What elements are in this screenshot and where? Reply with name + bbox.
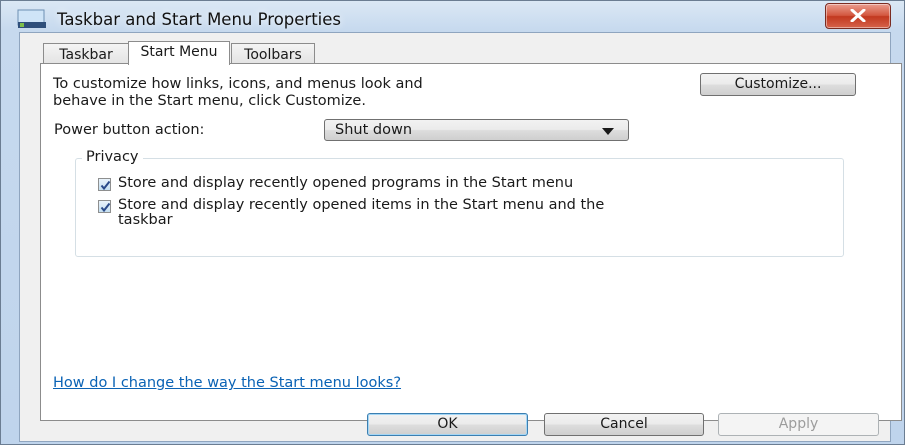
close-icon xyxy=(850,9,866,22)
recent-items-label[interactable]: Store and display recently opened items … xyxy=(118,198,604,228)
close-button[interactable] xyxy=(825,3,891,29)
power-button-label: Power button action: xyxy=(54,122,205,138)
power-button-select[interactable]: Shut down xyxy=(324,119,629,141)
power-button-value: Shut down xyxy=(335,122,413,138)
tab-taskbar[interactable]: Taskbar xyxy=(43,43,129,64)
tab-start-menu[interactable]: Start Menu xyxy=(128,41,230,65)
chevron-down-icon xyxy=(602,128,614,135)
properties-window: Taskbar and Start Menu Properties Taskba… xyxy=(0,0,905,445)
customize-button[interactable]: Customize... xyxy=(700,73,856,96)
intro-line-1: To customize how links, icons, and menus… xyxy=(53,76,423,92)
recent-items-label-line-2: taskbar xyxy=(118,212,173,228)
tab-toolbars[interactable]: Toolbars xyxy=(231,43,315,64)
recent-items-label-line-1: Store and display recently opened items … xyxy=(118,197,605,213)
help-link[interactable]: How do I change the way the Start menu l… xyxy=(53,375,401,391)
intro-text: To customize how links, icons, and menus… xyxy=(53,76,653,110)
cancel-button[interactable]: Cancel xyxy=(544,413,704,436)
recent-programs-checkbox[interactable] xyxy=(98,178,111,191)
checkmark-icon xyxy=(100,202,111,213)
taskbar-icon xyxy=(17,9,46,28)
recent-items-checkbox[interactable] xyxy=(98,200,111,213)
recent-programs-label[interactable]: Store and display recently opened progra… xyxy=(118,176,573,191)
checkmark-icon xyxy=(100,180,111,191)
start-menu-panel: To customize how links, icons, and menus… xyxy=(40,63,902,421)
window-title: Taskbar and Start Menu Properties xyxy=(57,10,341,29)
intro-line-2: behave in the Start menu, click Customiz… xyxy=(53,93,366,109)
ok-button[interactable]: OK xyxy=(367,413,528,436)
apply-button[interactable]: Apply xyxy=(718,413,879,436)
privacy-legend: Privacy xyxy=(82,149,143,165)
dialog-client-area: Taskbar Start Menu Toolbars To customize… xyxy=(19,32,902,442)
